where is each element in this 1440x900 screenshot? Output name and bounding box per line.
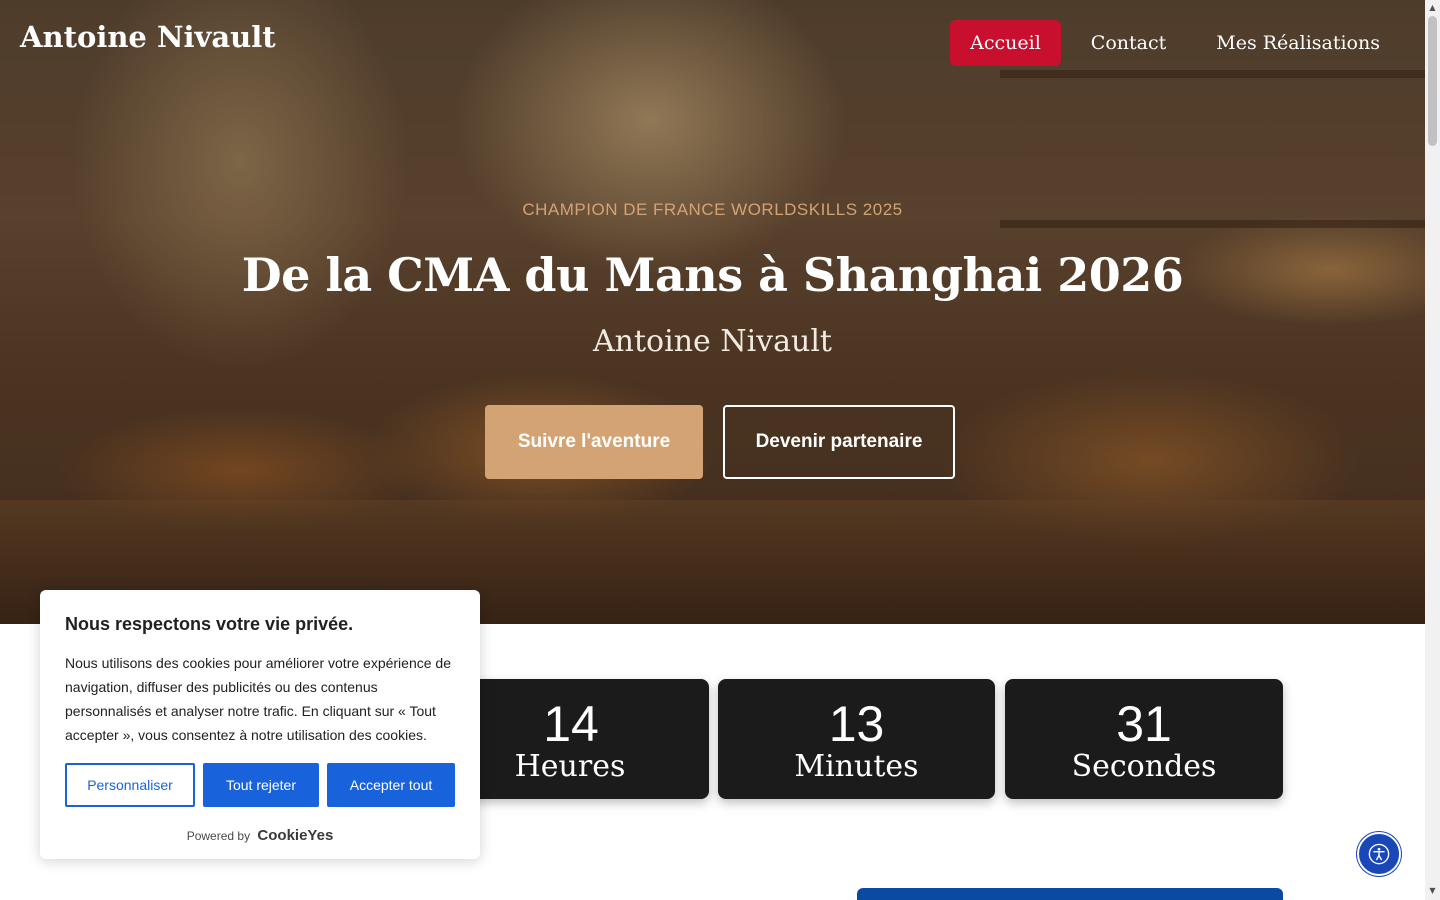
countdown-minutes-label: Minutes — [794, 749, 919, 784]
hero-kicker: CHAMPION DE FRANCE WORLDSKILLS 2025 — [522, 200, 903, 219]
nav-accueil[interactable]: Accueil — [950, 20, 1061, 66]
countdown-minutes-value: 13 — [828, 696, 885, 752]
countdown-seconds: 31 Secondes — [1005, 679, 1283, 799]
become-partner-button[interactable]: Devenir partenaire — [723, 405, 955, 479]
scroll-thumb[interactable] — [1428, 16, 1437, 146]
partner-image — [857, 888, 1283, 900]
countdown-seconds-value: 31 — [1116, 696, 1172, 752]
scroll-up-icon[interactable]: ▲ — [1428, 3, 1437, 12]
cookie-title: Nous respectons votre vie privée. — [65, 614, 354, 634]
nav-contact[interactable]: Contact — [1071, 20, 1186, 66]
cookie-accept-button[interactable]: Accepter tout — [327, 763, 455, 807]
accessibility-button[interactable] — [1357, 832, 1401, 876]
hero-buttons: Suivre l'aventure Devenir partenaire — [485, 405, 955, 479]
page-scrollbar[interactable]: ▲ ▼ — [1425, 0, 1440, 900]
hero-title: De la CMA du Mans à Shanghai 2026 — [241, 248, 1184, 302]
cookieyes-logo[interactable]: CookieYes — [257, 827, 333, 844]
cookie-text: Nous utilisons des cookies pour améliore… — [65, 655, 451, 743]
scroll-down-icon[interactable]: ▼ — [1428, 886, 1437, 895]
countdown-minutes: 13 Minutes — [718, 679, 995, 799]
main-nav: Accueil Contact Mes Réalisations — [950, 20, 1400, 66]
powered-by-text: Powered by — [186, 829, 251, 843]
countdown-seconds-label: Secondes — [1071, 749, 1217, 784]
cookie-powered-by: Powered by CookieYes — [65, 827, 455, 844]
nav-realisations[interactable]: Mes Réalisations — [1196, 20, 1400, 66]
accessibility-icon — [1368, 843, 1390, 865]
follow-adventure-button[interactable]: Suivre l'aventure — [485, 405, 703, 479]
hero-content: CHAMPION DE FRANCE WORLDSKILLS 2025 De l… — [0, 200, 1425, 359]
cookie-banner: Nous respectons votre vie privée. Nous u… — [40, 590, 480, 859]
cookie-customize-button[interactable]: Personnaliser — [65, 763, 195, 807]
cookie-reject-button[interactable]: Tout rejeter — [203, 763, 319, 807]
hero-subtitle: Antoine Nivault — [593, 324, 832, 359]
site-brand[interactable]: Antoine Nivault — [20, 20, 276, 54]
cookie-actions: Personnaliser Tout rejeter Accepter tout — [65, 763, 455, 807]
